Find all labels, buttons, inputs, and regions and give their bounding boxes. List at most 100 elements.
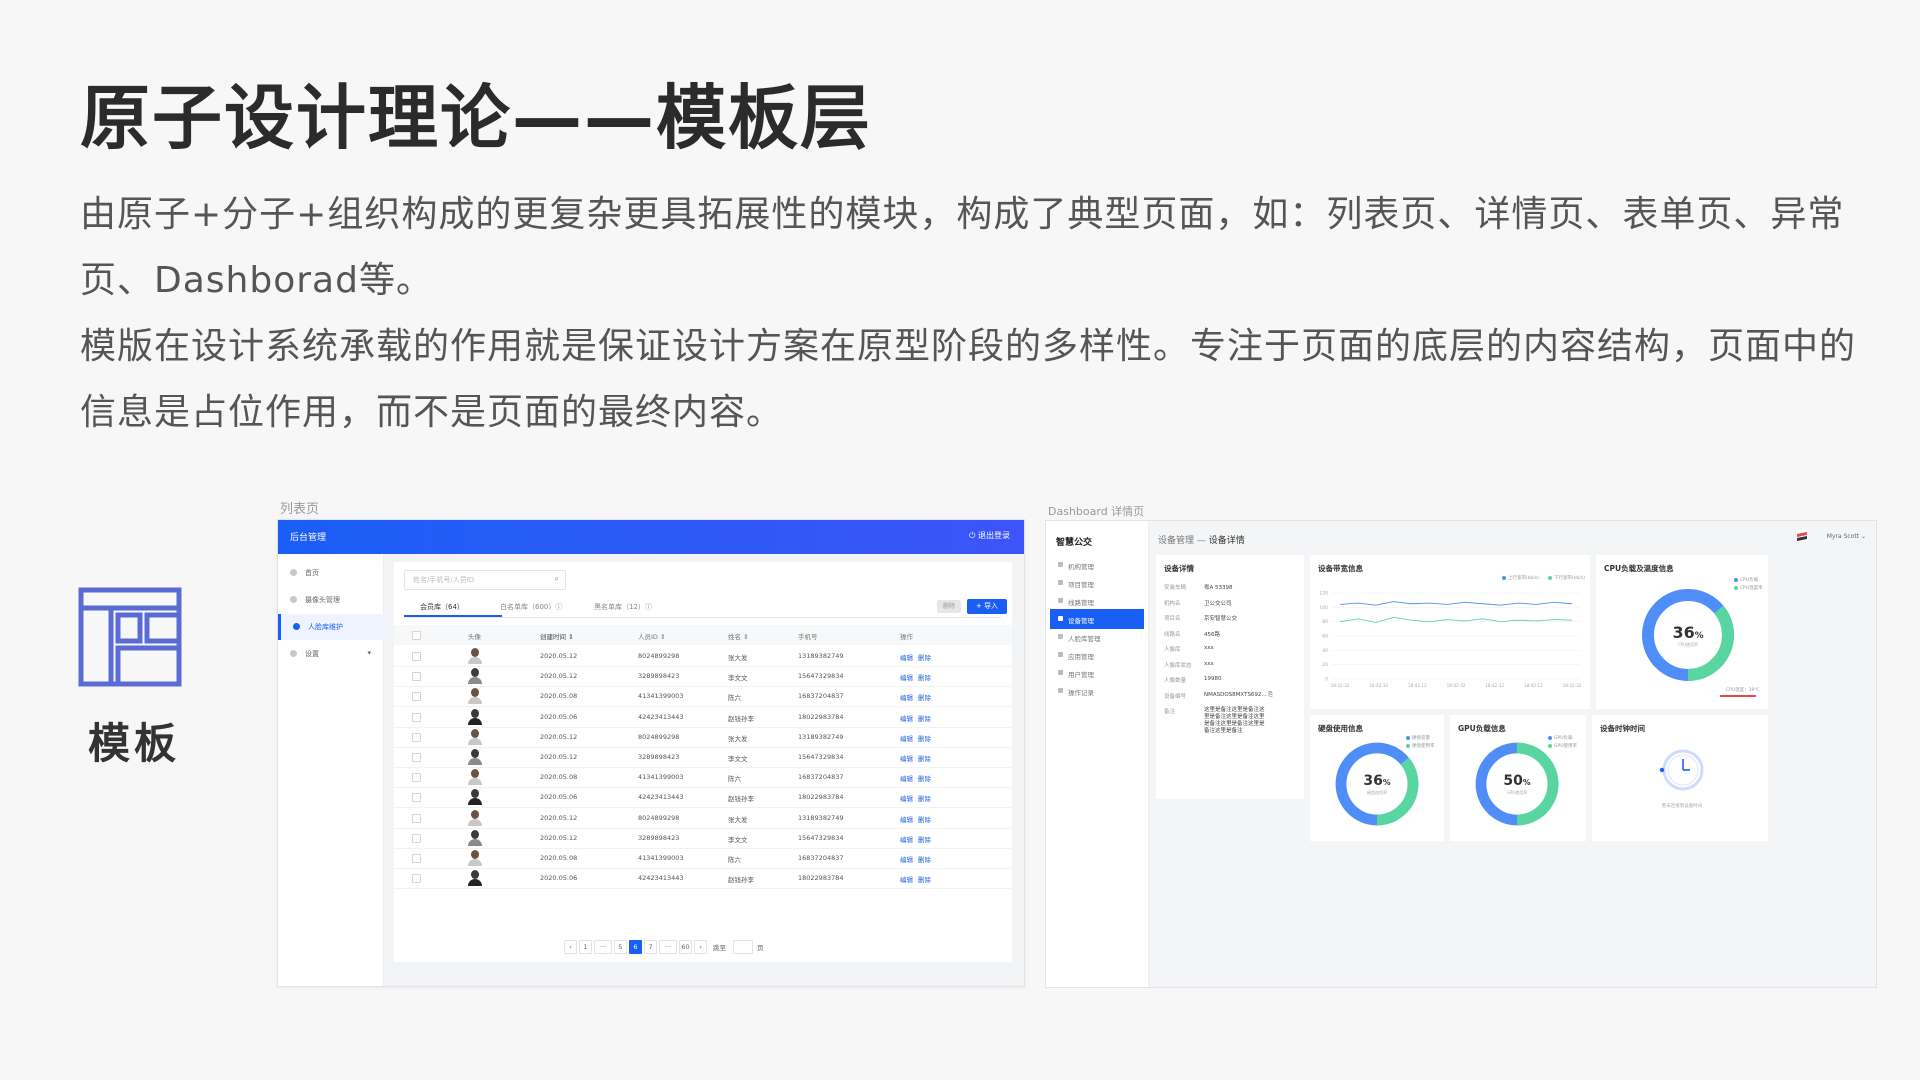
column-name[interactable]: 姓名 ⇕ bbox=[728, 631, 749, 641]
row-phone: 15647329834 bbox=[798, 753, 844, 761]
breadcrumb-parent[interactable]: 设备管理 bbox=[1158, 536, 1194, 546]
dashboard-sidebar-item-5[interactable]: 应用管理 bbox=[1050, 645, 1144, 665]
row-checkbox[interactable] bbox=[412, 773, 421, 783]
y-tick-label: 120 bbox=[1319, 591, 1328, 597]
row-checkbox[interactable] bbox=[412, 793, 421, 803]
dashboard-sidebar-item-3[interactable]: 设备管理 bbox=[1050, 609, 1144, 629]
menu-item-icon bbox=[1058, 688, 1063, 693]
dashboard-caption: Dashboard 详情页 bbox=[1048, 505, 1145, 518]
delete-link[interactable]: 删除 bbox=[918, 753, 931, 763]
row-created-time: 2020.05.12 bbox=[540, 672, 578, 681]
clock-status: 暂未连接到设备时间 bbox=[1661, 804, 1703, 809]
row-checkbox[interactable] bbox=[412, 672, 421, 682]
page-4[interactable]: 7 bbox=[644, 940, 657, 954]
column-person-id[interactable]: 人员ID ⇕ bbox=[638, 631, 665, 641]
page-1[interactable]: ··· bbox=[594, 940, 612, 954]
list-sidebar: 首页摄像头管理 人脸库维护 设置 ▾ bbox=[278, 554, 386, 986]
menu-item-icon bbox=[1058, 652, 1063, 657]
cpu-card: CPU负载及温度信息 CPU负载 CPU温度率 36% CPU使用率 CPU温度… bbox=[1596, 555, 1768, 709]
dashboard-sidebar-item-6[interactable]: 用户管理 bbox=[1050, 663, 1144, 683]
next-page-button[interactable]: › bbox=[694, 940, 707, 954]
edit-link[interactable]: 编辑 bbox=[900, 733, 913, 743]
logout-button[interactable]: ⏻ 退出登录 bbox=[969, 530, 1010, 541]
row-checkbox[interactable] bbox=[412, 652, 421, 661]
row-created-time: 2020.05.08 bbox=[540, 773, 578, 782]
dashboard-sidebar-item-7[interactable]: 操作记录 bbox=[1050, 681, 1144, 701]
sidebar-item-1[interactable]: 摄像头管理 bbox=[278, 587, 383, 613]
page-3[interactable]: 6 bbox=[629, 940, 642, 954]
row-checkbox[interactable] bbox=[412, 712, 421, 722]
delete-link[interactable]: 删除 bbox=[918, 814, 931, 824]
edit-link[interactable]: 编辑 bbox=[900, 672, 913, 682]
dashboard-sidebar-item-1[interactable]: 项目管理 bbox=[1050, 573, 1144, 593]
edit-link[interactable]: 编辑 bbox=[900, 834, 913, 844]
import-button[interactable]: + 导入 bbox=[967, 599, 1007, 614]
user-menu[interactable]: Myra Scott ⌄ bbox=[1827, 533, 1866, 540]
row-checkbox[interactable] bbox=[412, 813, 421, 823]
row-checkbox[interactable] bbox=[412, 753, 421, 762]
delete-link[interactable]: 删除 bbox=[918, 713, 931, 723]
edit-link[interactable]: 编辑 bbox=[900, 874, 913, 884]
detail-key: 人像库 bbox=[1164, 647, 1181, 653]
delete-link[interactable]: 删除 bbox=[918, 692, 931, 702]
page-6[interactable]: 60 bbox=[679, 940, 692, 954]
table-row: 2020.05.08 41341399003 陈六 16837204837 编辑 删除 bbox=[394, 686, 1012, 708]
row-person-id: 41341399003 bbox=[638, 773, 684, 782]
avatar bbox=[468, 748, 482, 765]
edit-link[interactable]: 编辑 bbox=[900, 713, 913, 723]
goto-page-input[interactable] bbox=[733, 940, 753, 954]
delete-button[interactable]: 删除 bbox=[937, 600, 961, 613]
tab-whitelist-library[interactable]: 白名单库（600）ⓘ bbox=[500, 602, 562, 612]
row-checkbox[interactable] bbox=[412, 732, 421, 742]
description-paragraph-2: 模版在设计系统承载的作用就是保证设计方案在原型阶段的多样性。专注于页面的底层的内… bbox=[80, 326, 1857, 433]
detail-key: 项目名 bbox=[1164, 616, 1181, 622]
edit-link[interactable]: 编辑 bbox=[900, 652, 913, 662]
sidebar-item-2[interactable]: 人脸库维护 bbox=[278, 614, 386, 640]
delete-link[interactable]: 删除 bbox=[918, 672, 931, 682]
page-2[interactable]: 5 bbox=[614, 940, 627, 954]
page-5[interactable]: ··· bbox=[659, 940, 677, 954]
search-icon[interactable]: ⌕ bbox=[555, 574, 559, 584]
row-checkbox[interactable] bbox=[412, 833, 421, 843]
dashboard-sidebar-item-2[interactable]: 线路管理 bbox=[1050, 591, 1144, 611]
edit-link[interactable]: 编辑 bbox=[900, 793, 913, 803]
delete-link[interactable]: 删除 bbox=[918, 874, 931, 884]
select-all-checkbox[interactable] bbox=[412, 631, 421, 640]
row-created-time: 2020.05.06 bbox=[540, 874, 578, 883]
delete-link[interactable]: 删除 bbox=[918, 773, 931, 783]
delete-link[interactable]: 删除 bbox=[918, 793, 931, 803]
dashboard-sidebar-item-0[interactable]: 机构管理 bbox=[1050, 555, 1144, 575]
row-checkbox[interactable] bbox=[412, 692, 421, 702]
detail-value: 这里是备注这里是备注这里是备注这里是备注这里是备注这里是备注这里是备注这里是备注 bbox=[1204, 707, 1265, 734]
edit-link[interactable]: 编辑 bbox=[900, 814, 913, 824]
search-input[interactable]: 姓名/手机号/人员ID ⌕ bbox=[404, 570, 566, 590]
breadcrumb-separator: — bbox=[1194, 536, 1209, 546]
dashboard-sidebar-item-4[interactable]: 人脸库管理 bbox=[1050, 627, 1144, 647]
dashboard-sidebar-label: 操作记录 bbox=[1068, 689, 1094, 697]
row-person-id: 41341399003 bbox=[638, 692, 684, 701]
delete-link[interactable]: 删除 bbox=[918, 854, 931, 864]
delete-link[interactable]: 删除 bbox=[918, 652, 931, 662]
row-checkbox[interactable] bbox=[412, 854, 421, 863]
column-created-time[interactable]: 创建时间 ⇕ bbox=[540, 631, 574, 641]
sidebar-item-0[interactable]: 首页 bbox=[278, 560, 383, 586]
edit-link[interactable]: 编辑 bbox=[900, 854, 913, 864]
delete-link[interactable]: 删除 bbox=[918, 834, 931, 844]
disk-title: 硬盘使用信息 bbox=[1318, 724, 1363, 733]
sidebar-item-3[interactable]: 设置 ▾ bbox=[278, 641, 383, 667]
chevron-down-icon[interactable]: ▾ bbox=[367, 649, 371, 657]
tab-member-library[interactable]: 会员库（64） bbox=[420, 602, 464, 612]
detail-key: 机构名 bbox=[1164, 600, 1181, 607]
sidebar-item-label: 首页 bbox=[305, 569, 319, 577]
tab-blacklist-library[interactable]: 黑名单库（12）ⓘ bbox=[594, 602, 652, 612]
menu-item-icon bbox=[1058, 634, 1063, 639]
detail-row: 线路名 456路 bbox=[1164, 630, 1220, 638]
page-0[interactable]: 1 bbox=[579, 940, 592, 954]
detail-row: 人像库状态 xxx bbox=[1164, 661, 1214, 669]
prev-page-button[interactable]: ‹ bbox=[564, 940, 577, 954]
edit-link[interactable]: 编辑 bbox=[900, 773, 913, 783]
row-checkbox[interactable] bbox=[412, 874, 421, 884]
edit-link[interactable]: 编辑 bbox=[900, 753, 913, 763]
delete-link[interactable]: 删除 bbox=[918, 733, 931, 743]
edit-link[interactable]: 编辑 bbox=[900, 692, 913, 702]
